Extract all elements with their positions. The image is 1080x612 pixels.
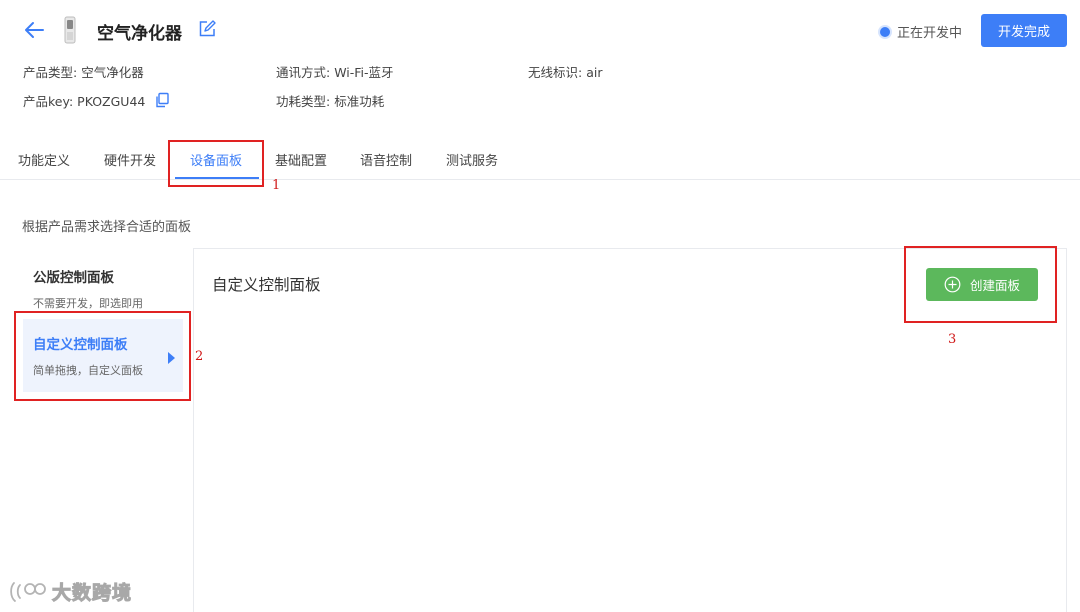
edit-icon[interactable] (198, 20, 216, 38)
annotation-box-3 (904, 246, 1057, 323)
tab-feature-definition[interactable]: 功能定义 (18, 150, 70, 169)
tab-basic-config[interactable]: 基础配置 (275, 150, 327, 169)
device-thumbnail-icon (64, 16, 76, 44)
watermark: 大数跨境 (8, 578, 132, 605)
tab-voice-control[interactable]: 语音控制 (360, 150, 412, 169)
back-arrow-icon[interactable] (22, 18, 46, 42)
meta-product-type: 产品类型: 空气净化器 (23, 65, 144, 80)
page-title: 空气净化器 (97, 24, 182, 44)
tab-hardware-dev[interactable]: 硬件开发 (104, 150, 156, 169)
watermark-logo-icon (10, 581, 46, 602)
panel-title: 自定义控制面板 (212, 276, 321, 294)
tab-test-service[interactable]: 测试服务 (446, 150, 498, 169)
meta-product-key: 产品key: PKOZGU44 (23, 91, 170, 110)
annotation-label-2: 2 (195, 349, 204, 364)
section-hint: 根据产品需求选择合适的面板 (22, 220, 192, 235)
tab-bar: 功能定义 硬件开发 设备面板 基础配置 语音控制 测试服务 (0, 140, 1080, 180)
annotation-box-2 (14, 311, 191, 401)
dev-status: 正在开发中 (880, 22, 962, 41)
watermark-text: 大数跨境 (51, 582, 133, 605)
meta-comm-method: 通讯方式: Wi-Fi-蓝牙 (276, 65, 394, 80)
status-text: 正在开发中 (897, 26, 963, 41)
status-dot-icon (880, 26, 890, 37)
annotation-label-1: 1 (272, 178, 281, 193)
sidebar-item-subtitle: 不需要开发，即选即用 (33, 297, 143, 310)
product-header: 空气净化器 正在开发中 开发完成 产品类型: 空气净化器 通讯方式: Wi-Fi… (0, 0, 1080, 180)
sidebar-item-title: 公版控制面板 (33, 270, 114, 286)
finish-development-button[interactable]: 开发完成 (981, 14, 1067, 47)
meta-power-type: 功耗类型: 标准功耗 (276, 94, 385, 109)
annotation-box-1 (168, 140, 264, 187)
copy-icon[interactable] (154, 92, 170, 108)
meta-wireless-id: 无线标识: air (528, 65, 603, 80)
annotation-label-3: 3 (948, 332, 957, 347)
